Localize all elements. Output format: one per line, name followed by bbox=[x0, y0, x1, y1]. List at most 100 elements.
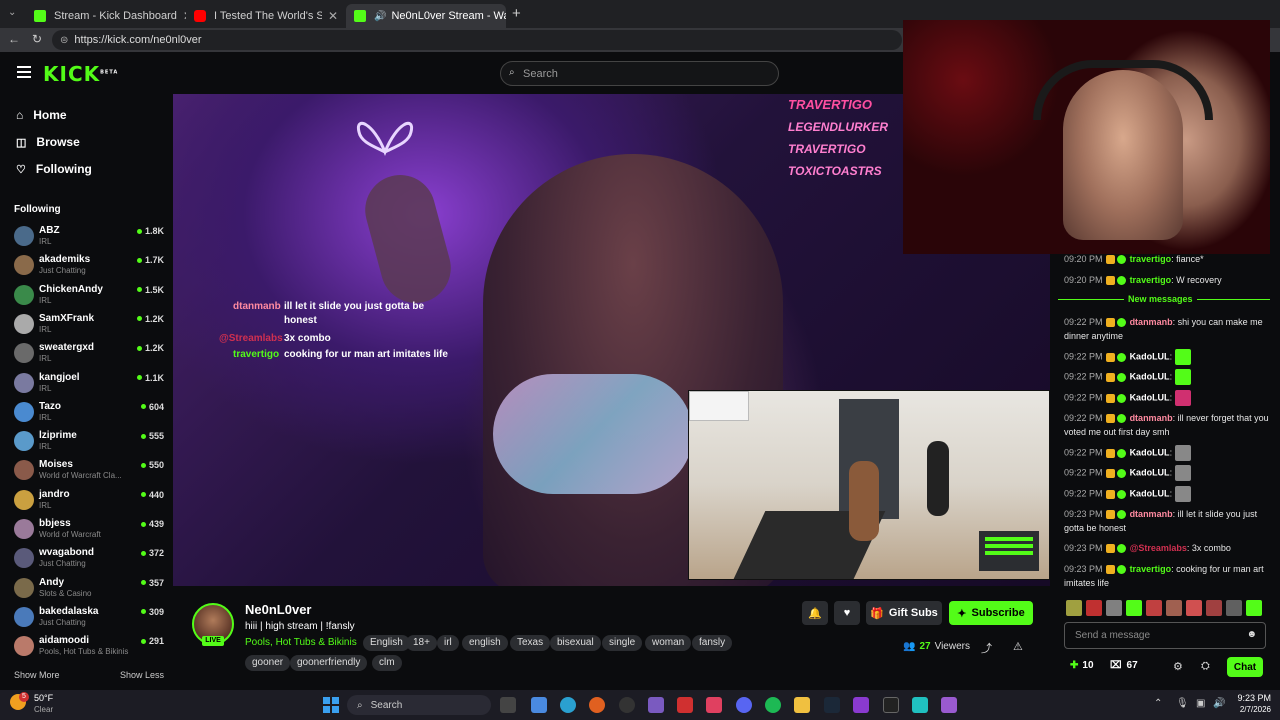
audio-playing-icon[interactable]: 🔊 bbox=[374, 11, 386, 22]
emote-icon[interactable] bbox=[1166, 600, 1182, 616]
followed-channel-item[interactable]: Moises World of Warcraft Cla... 550 bbox=[14, 458, 164, 486]
tag[interactable]: bisexual bbox=[550, 635, 601, 651]
close-tab-icon[interactable]: ✕ bbox=[177, 9, 186, 23]
tag[interactable]: English bbox=[363, 635, 410, 651]
discord-icon[interactable] bbox=[736, 697, 752, 713]
chat-username[interactable]: KadoLUL bbox=[1130, 447, 1170, 457]
spotify-icon[interactable] bbox=[765, 697, 781, 713]
chat-message[interactable]: 09:20 PM travertigo: W recovery bbox=[1064, 273, 1270, 287]
hamburger-menu-icon[interactable] bbox=[17, 66, 31, 78]
windows-start-icon[interactable] bbox=[323, 697, 339, 713]
send-chat-button[interactable]: Chat bbox=[1227, 657, 1263, 677]
obs-icon[interactable] bbox=[619, 697, 635, 713]
chat-username[interactable]: @Streamlabs bbox=[1130, 543, 1187, 553]
emote-icon[interactable] bbox=[1246, 600, 1262, 616]
chat-message[interactable]: 09:23 PM @Streamlabs: 3x combo bbox=[1064, 541, 1270, 555]
followed-channel-item[interactable]: kangjoel IRL 1.1K bbox=[14, 371, 164, 399]
emote-icon[interactable] bbox=[1226, 600, 1242, 616]
itunes-icon[interactable] bbox=[706, 697, 722, 713]
nav-browse[interactable]: ◫ Browse bbox=[16, 135, 80, 149]
chat-message[interactable]: 09:22 PM KadoLUL: bbox=[1064, 349, 1270, 365]
settings-gear-icon[interactable]: ⚙ bbox=[1173, 660, 1183, 673]
clock-time[interactable]: 9:23 PM bbox=[1233, 693, 1271, 703]
tab-search-icon[interactable]: ⌄ bbox=[8, 7, 16, 18]
emote-icon[interactable] bbox=[1186, 600, 1202, 616]
fx-app-icon[interactable] bbox=[941, 697, 957, 713]
chat-username[interactable]: KadoLUL bbox=[1130, 351, 1170, 361]
tag[interactable]: 18+ bbox=[406, 635, 437, 651]
chat-username[interactable]: KadoLUL bbox=[1130, 392, 1170, 402]
twitch-icon[interactable] bbox=[648, 697, 664, 713]
followed-channel-item[interactable]: jandro IRL 440 bbox=[14, 488, 164, 516]
new-tab-button[interactable]: + bbox=[512, 5, 521, 22]
followed-channel-item[interactable]: sweatergxd IRL 1.2K bbox=[14, 341, 164, 369]
tag[interactable]: fansly bbox=[692, 635, 733, 651]
clock-date[interactable]: 2/7/2026 bbox=[1228, 705, 1271, 714]
microphone-icon[interactable]: 🎙 bbox=[1176, 698, 1189, 709]
chat-message[interactable]: 09:22 PM dtanmanb: shi you can make me d… bbox=[1064, 315, 1270, 343]
tab-ne0nl0ver-stream[interactable]: 🔊 Ne0nL0ver Stream - Watch Li ✕ bbox=[346, 4, 506, 28]
firefox-icon[interactable] bbox=[589, 697, 605, 713]
followed-channel-item[interactable]: wvagabond Just Chatting 372 bbox=[14, 546, 164, 574]
followed-channel-item[interactable]: akademiks Just Chatting 1.7K bbox=[14, 253, 164, 281]
chat-message-input[interactable]: Send a message ☻ bbox=[1064, 622, 1266, 649]
chat-username[interactable]: KadoLUL bbox=[1130, 371, 1170, 381]
emote-icon[interactable] bbox=[1086, 600, 1102, 616]
share-icon[interactable]: ⤴ bbox=[981, 640, 992, 656]
tab-kick-dashboard[interactable]: Stream - Kick Dashboard ✕ bbox=[26, 4, 186, 28]
chat-username[interactable]: KadoLUL bbox=[1130, 488, 1170, 498]
chat-message[interactable]: 09:22 PM KadoLUL: bbox=[1064, 465, 1270, 481]
chat-username[interactable]: dtanmanb bbox=[1130, 317, 1173, 327]
show-less-link[interactable]: Show Less bbox=[120, 670, 164, 680]
chat-username[interactable]: travertigo bbox=[1130, 564, 1172, 574]
report-warning-icon[interactable]: ⚠ bbox=[1013, 640, 1023, 653]
app-purple-icon[interactable] bbox=[853, 697, 869, 713]
channel-name[interactable]: Ne0nL0ver bbox=[245, 602, 311, 617]
taskbar-search-box[interactable]: ⌕ Search bbox=[347, 695, 491, 715]
chat-username[interactable]: KadoLUL bbox=[1130, 467, 1170, 477]
notification-bell-button[interactable]: 🔔 bbox=[802, 601, 828, 625]
tag[interactable]: Texas bbox=[510, 635, 551, 651]
search-input[interactable]: ⌕ Search bbox=[500, 61, 779, 86]
close-tab-icon[interactable]: ✕ bbox=[322, 9, 338, 23]
chat-message[interactable]: 09:22 PM KadoLUL: bbox=[1064, 445, 1270, 461]
steam-icon[interactable] bbox=[824, 697, 840, 713]
chat-message[interactable]: 09:20 PM travertigo: fiance* bbox=[1064, 252, 1270, 266]
chat-message[interactable]: 09:22 PM KadoLUL: bbox=[1064, 369, 1270, 385]
emote-icon[interactable] bbox=[1106, 600, 1122, 616]
site-info-icon[interactable]: ⊜ bbox=[60, 35, 68, 46]
followed-channel-item[interactable]: ChickenAndy IRL 1.5K bbox=[14, 283, 164, 311]
followed-channel-item[interactable]: lziprime IRL 555 bbox=[14, 429, 164, 457]
chat-username[interactable]: dtanmanb bbox=[1130, 509, 1173, 519]
stream-category[interactable]: Pools, Hot Tubs & Bikinis bbox=[245, 637, 357, 648]
chat-username[interactable]: dtanmanb bbox=[1130, 413, 1173, 423]
chat-message[interactable]: 09:23 PM travertigo: cooking for ur man … bbox=[1064, 562, 1270, 590]
emote-icon[interactable] bbox=[1066, 600, 1082, 616]
tag[interactable]: woman bbox=[645, 635, 692, 651]
gift-subs-button[interactable]: 🎁 Gift Subs bbox=[866, 601, 942, 625]
app-cyan-icon[interactable] bbox=[912, 697, 928, 713]
show-more-link[interactable]: Show More bbox=[14, 670, 60, 680]
back-arrow-icon[interactable]: ← bbox=[8, 32, 20, 46]
app-dark-icon[interactable] bbox=[883, 697, 899, 713]
nav-home[interactable]: ⌂ Home bbox=[16, 108, 67, 122]
tag[interactable]: goonerfriendly bbox=[290, 655, 368, 671]
reload-icon[interactable]: ↻ bbox=[32, 32, 42, 46]
channel-points[interactable]: ✚ 10 bbox=[1070, 660, 1094, 671]
emote-icon[interactable] bbox=[1126, 600, 1142, 616]
network-icon[interactable]: ▣ bbox=[1196, 698, 1205, 709]
file-explorer-icon[interactable] bbox=[794, 697, 810, 713]
chat-users-icon[interactable]: ⛭ bbox=[1201, 660, 1210, 673]
followed-channel-item[interactable]: Andy Slots & Casino 357 bbox=[14, 576, 164, 604]
followed-channel-item[interactable]: Tazo IRL 604 bbox=[14, 400, 164, 428]
chrome-icon[interactable] bbox=[560, 697, 576, 713]
subscribe-button[interactable]: ✦ Subscribe bbox=[949, 601, 1033, 625]
followed-channel-item[interactable]: bbjess World of Warcraft 439 bbox=[14, 517, 164, 545]
tag[interactable]: irl bbox=[437, 635, 459, 651]
tag[interactable]: clm bbox=[372, 655, 402, 671]
copilot-icon[interactable] bbox=[531, 697, 547, 713]
followed-channel-item[interactable]: bakedalaska Just Chatting 309 bbox=[14, 605, 164, 633]
tray-chevron-icon[interactable]: ⌃ bbox=[1154, 698, 1162, 709]
tag[interactable]: single bbox=[602, 635, 643, 651]
task-view-icon[interactable] bbox=[500, 697, 516, 713]
